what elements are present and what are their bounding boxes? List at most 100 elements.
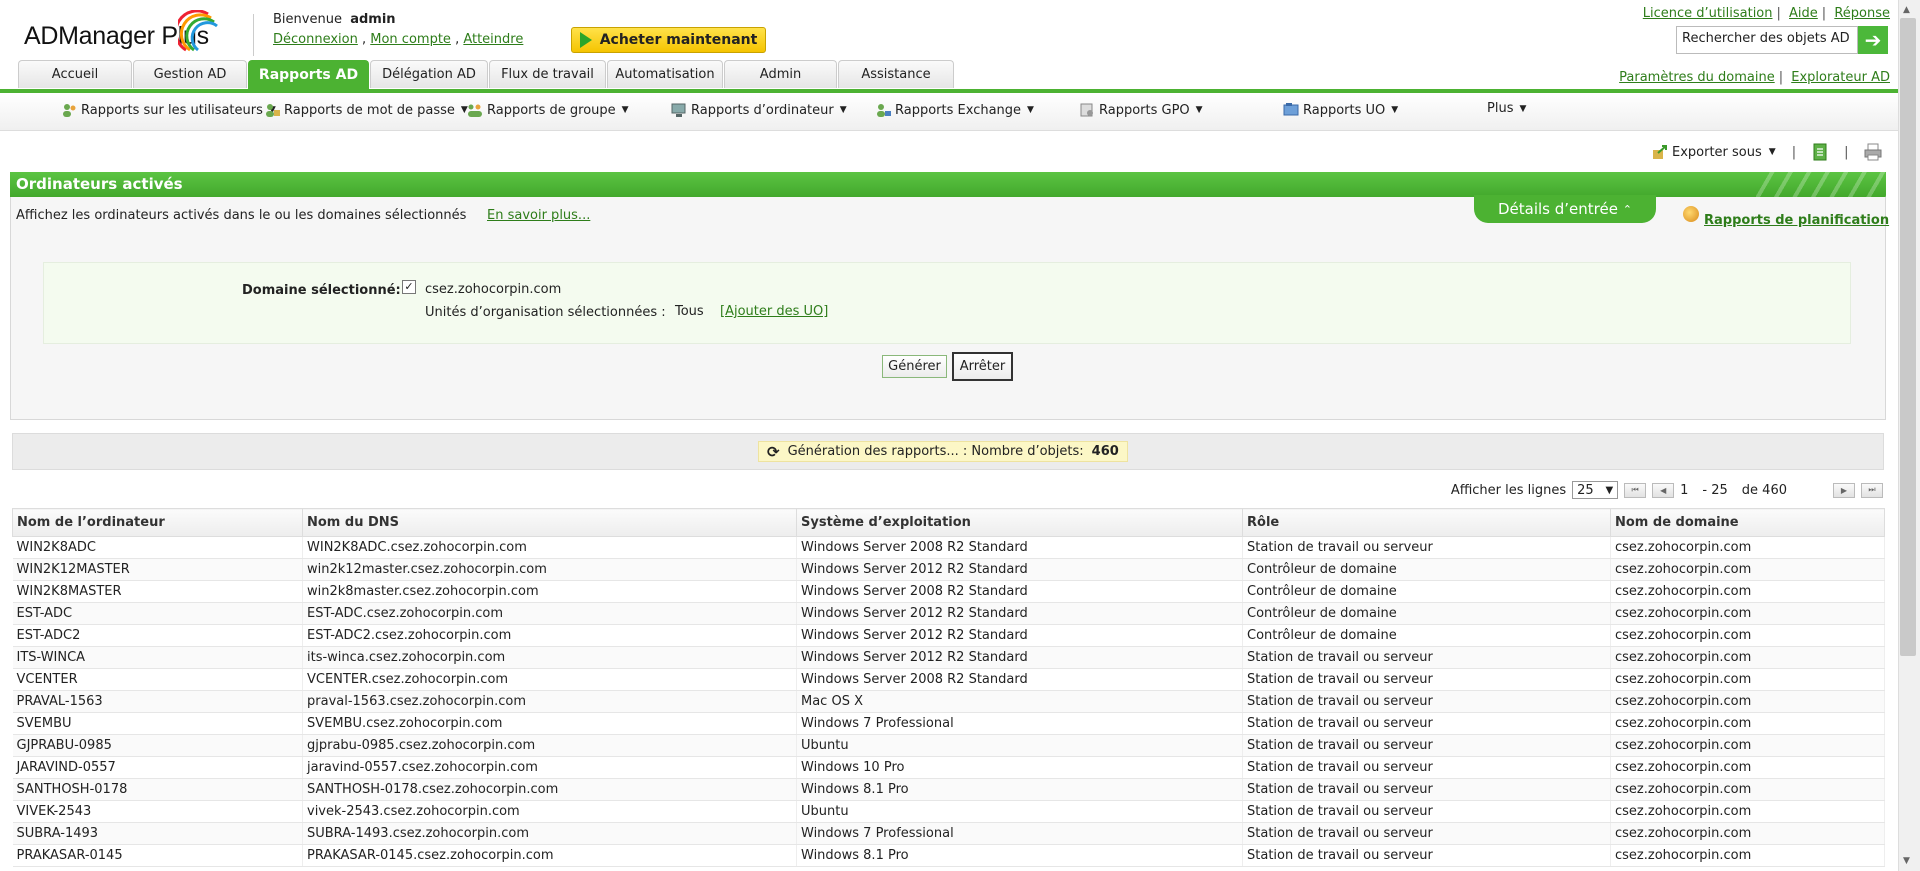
table-row[interactable]: EST-ADC EST-ADC.csez.zohocorpin.com Window… [12,602,1885,625]
tab-ad-management[interactable]: Gestion AD [133,60,247,88]
license-link[interactable]: Licence d’utilisation [1643,6,1773,21]
tab-ad-reports[interactable]: Rapports AD [248,60,369,89]
table-row[interactable]: PRAVAL-1563 praval-1563.csez.zohocorpin.c… [12,690,1885,713]
export-button[interactable]: Exporter sous ▼ [1652,144,1776,160]
tab-workflow[interactable]: Flux de travail [489,60,606,88]
subnav-group-reports[interactable]: Rapports de groupe ▼ [466,101,629,119]
table-row[interactable]: WIN2K8ADC WIN2K8ADC.csez.zohocorpin.com Wi… [12,536,1885,559]
pagination: Afficher les lignes 25 ▼ ⏮ ◀ 1 - 25 de 46… [1451,481,1883,499]
tab-admin[interactable]: Admin [724,60,837,88]
table-row[interactable]: WIN2K8MASTER win2k8master.csez.zohocorpin… [12,580,1885,603]
table-row[interactable]: GJPRABU-0985 gjprabu-0985.csez.zohocorpin… [12,734,1885,757]
status-text: Génération des rapports... : Nombre d’ob… [787,444,1084,459]
gpo-icon [1080,103,1093,117]
input-details-toggle[interactable]: Détails d’entrée ⌃ [1474,195,1656,223]
column-header[interactable]: Rôle [1242,508,1611,537]
first-page-button[interactable]: ⏮ [1624,482,1647,498]
table-cell: csez.zohocorpin.com [1610,800,1885,823]
ad-explorer-link[interactable]: Explorateur AD [1791,70,1890,85]
table-cell: EST-ADC2 [12,624,303,647]
rows-per-page-select[interactable]: 25 ▼ [1572,481,1619,499]
help-link[interactable]: Aide [1789,6,1818,21]
next-page-button[interactable]: ▶ [1833,482,1855,498]
page-total: de 460 [1741,482,1787,498]
top-links: Licence d’utilisation | Aide | Réponse [1642,6,1890,21]
table-cell: csez.zohocorpin.com [1610,558,1885,581]
ou-icon [1283,103,1299,116]
scroll-up-icon[interactable]: ▲ [1903,5,1910,15]
reports-subnav: Rapports sur les utilisateurs ▼ Rapports … [0,93,1898,131]
computer-icon [671,103,686,117]
buy-now-label: Acheter maintenant [599,32,758,48]
column-header[interactable]: Nom de l’ordinateur [12,508,303,537]
scroll-down-icon[interactable]: ▼ [1903,856,1910,866]
tab-automation[interactable]: Automatisation [607,60,723,88]
table-cell: SUBRA-1493.csez.zohocorpin.com [302,822,797,845]
arrow-right-icon [579,32,592,48]
column-header[interactable]: Nom de domaine [1610,508,1885,537]
table-row[interactable]: ITS-WINCA its-winca.csez.zohocorpin.com Wi… [12,646,1885,669]
table-header-row: Nom de l’ordinateur Nom du DNS Système d’e… [12,508,1885,537]
tab-support[interactable]: Assistance [838,60,954,88]
table-cell: csez.zohocorpin.com [1610,778,1885,801]
table-cell: win2k8master.csez.zohocorpin.com [302,580,797,603]
table-row[interactable]: VIVEK-2543 vivek-2543.csez.zohocorpin.com… [12,800,1885,823]
logout-link[interactable]: Déconnexion [273,32,358,47]
goto-link[interactable]: Atteindre [463,32,523,47]
table-row[interactable]: VCENTER VCENTER.csez.zohocorpin.com Window… [12,668,1885,691]
schedule-reports-link[interactable]: Rapports de planification [1704,213,1889,228]
domain-settings-link[interactable]: Paramètres du domaine [1619,70,1775,85]
generate-button[interactable]: Générer [882,355,947,378]
subnav-password-reports[interactable]: Rapports de mot de passe ▼ [263,101,468,119]
subnav-ou-reports[interactable]: Rapports UO ▼ [1282,101,1398,119]
user-links: Déconnexion , Mon compte , Atteindre [273,32,524,47]
table-cell: PRAKASAR-0145 [12,844,303,867]
csv-document-icon[interactable] [1812,143,1828,161]
group-icon [468,104,482,117]
table-cell: gjprabu-0985.csez.zohocorpin.com [302,734,797,757]
table-row[interactable]: PRAKASAR-0145 PRAKASAR-0145.csez.zohocorp… [12,844,1885,867]
buy-now-button[interactable]: Acheter maintenant [571,27,766,53]
table-row[interactable]: SANTHOSH-0178 SANTHOSH-0178.csez.zohocorp… [12,778,1885,801]
column-header[interactable]: Nom du DNS [302,508,797,537]
table-row[interactable]: SVEMBU SVEMBU.csez.zohocorpin.com Windows … [12,712,1885,735]
table-cell: Contrôleur de domaine [1242,624,1611,647]
table-cell: csez.zohocorpin.com [1610,602,1885,625]
ou-value: Tous [675,304,704,319]
scrollbar-thumb[interactable] [1900,18,1916,656]
table-cell: EST-ADC2.csez.zohocorpin.com [302,624,797,647]
my-account-link[interactable]: Mon compte [370,32,451,47]
table-row[interactable]: JARAVIND-0557 jaravind-0557.csez.zohocorp… [12,756,1885,779]
caret-down-icon: ▼ [1605,484,1614,496]
prev-page-button[interactable]: ◀ [1652,482,1675,498]
subnav-user-reports[interactable]: Rapports sur les utilisateurs ▼ [60,101,276,119]
search-go-button[interactable]: ➔ [1858,26,1888,54]
status-count: 460 [1091,444,1119,459]
subnav-computer-reports[interactable]: Rapports d’ordinateur ▼ [670,101,847,119]
last-page-button[interactable]: ⏭ [1861,482,1883,498]
subnav-exchange-reports[interactable]: Rapports Exchange ▼ [874,101,1034,119]
table-row[interactable]: SUBRA-1493 SUBRA-1493.csez.zohocorpin.com… [12,822,1885,845]
table-row[interactable]: EST-ADC2 EST-ADC2.csez.zohocorpin.com Wind… [12,624,1885,647]
tab-home[interactable]: Accueil [18,60,132,88]
table-row[interactable]: WIN2K12MASTER win2k12master.csez.zohocorp… [12,558,1885,581]
table-cell: ITS-WINCA [12,646,303,669]
print-icon[interactable] [1864,143,1882,161]
table-cell: csez.zohocorpin.com [1610,822,1885,845]
table-cell: SANTHOSH-0178 [12,778,303,801]
learn-more-link[interactable]: En savoir plus... [487,208,590,223]
table-cell: csez.zohocorpin.com [1610,668,1885,691]
subnav-more[interactable]: Plus ▼ [1487,101,1526,116]
table-cell: Windows 8.1 Pro [796,778,1243,801]
table-cell: Station de travail ou serveur [1242,756,1611,779]
table-cell: EST-ADC [12,602,303,625]
search-input[interactable]: Rechercher des objets AD [1676,26,1858,54]
column-header[interactable]: Système d’exploitation [796,508,1243,537]
feedback-link[interactable]: Réponse [1834,6,1890,21]
subnav-gpo-reports[interactable]: Rapports GPO ▼ [1078,101,1203,119]
tab-ad-delegation[interactable]: Délégation AD [370,60,488,88]
stop-button[interactable]: Arrêter [952,352,1013,381]
domain-checkbox[interactable]: ✓ [402,280,416,294]
add-ou-link[interactable]: [Ajouter des UO] [720,304,828,319]
table-cell: Windows Server 2008 R2 Standard [796,668,1243,691]
